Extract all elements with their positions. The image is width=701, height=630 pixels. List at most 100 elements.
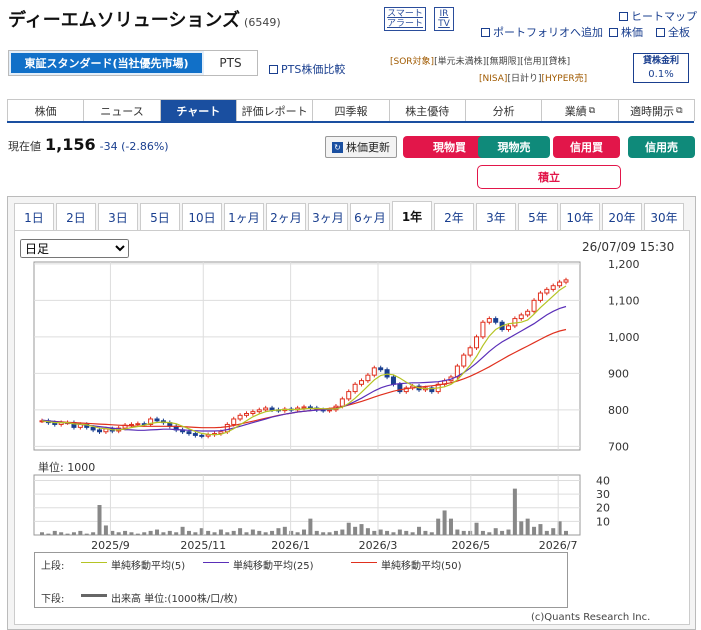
tab-bunseki[interactable]: 分析 xyxy=(464,99,543,121)
smart-alert-button[interactable]: スマート アラート xyxy=(384,7,427,31)
price-tick-label: 700 xyxy=(608,440,629,453)
period-tab-1[interactable]: 2日 xyxy=(56,203,96,231)
period-tab-6[interactable]: 2ヶ月 xyxy=(266,203,306,231)
volume-bar xyxy=(385,530,390,535)
margin-sell-button[interactable]: 信用売 xyxy=(628,136,695,158)
volume-bar xyxy=(391,532,396,535)
copyright: (c)Quants Research Inc. xyxy=(531,612,651,623)
refresh-icon: ↻ xyxy=(332,141,343,153)
price-change: -34 (-2.86%) xyxy=(99,140,169,153)
x-tick-label: 2026/3 xyxy=(359,539,398,550)
period-tab-14[interactable]: 20年 xyxy=(602,203,642,231)
zenban-icon xyxy=(656,28,665,37)
period-tab-11[interactable]: 3年 xyxy=(476,203,516,231)
period-tab-13[interactable]: 10年 xyxy=(560,203,600,231)
period-tab-4[interactable]: 10日 xyxy=(182,203,222,231)
tab-gyoseki[interactable]: 業績 ⧉ xyxy=(541,99,619,121)
volume-bar xyxy=(148,530,153,535)
volume-bar xyxy=(225,532,230,535)
period-tab-7[interactable]: 3ヶ月 xyxy=(308,203,348,231)
candle-body xyxy=(384,369,390,378)
heatmap-link[interactable]: ヒートマップ xyxy=(619,8,697,24)
volume-bar xyxy=(493,528,498,535)
period-tab-3[interactable]: 5日 xyxy=(140,203,180,231)
tag-nisa: [NISA] xyxy=(479,74,508,84)
pts-compare-label: PTS株価比較 xyxy=(281,63,346,76)
tab-kabuka[interactable]: 株価 xyxy=(7,99,85,121)
volume-bar xyxy=(500,530,505,535)
volume-tick-label: 20 xyxy=(596,502,610,515)
volume-bar xyxy=(525,518,530,535)
volume-bar xyxy=(327,532,332,535)
legend-box: 上段: 単純移動平均(5) 単純移動平均(25) 単純移動平均(50) 下段: … xyxy=(34,552,568,608)
tab-chart[interactable]: チャート xyxy=(159,99,237,121)
volume-bar xyxy=(544,530,549,535)
candle-body xyxy=(224,423,230,433)
candle-body xyxy=(256,409,262,413)
tag-kashikabu: [貸株] xyxy=(545,57,571,67)
candle-body xyxy=(97,429,103,433)
candle-body xyxy=(339,398,345,407)
volume-bar xyxy=(429,532,434,535)
tab-yutai[interactable]: 株主優待 xyxy=(388,99,466,121)
loan-rate-box[interactable]: 貸株金利 0.1% xyxy=(633,53,689,83)
ir-tv-button[interactable]: IR TV xyxy=(434,7,454,31)
volume-bar xyxy=(193,532,198,535)
price-plot-frame xyxy=(33,261,581,451)
kabuka-icon xyxy=(609,28,618,37)
company-name: ディーエムソリューションズ xyxy=(8,10,241,31)
volume-bar xyxy=(455,529,460,535)
volume-bar xyxy=(270,530,275,535)
zenban-link[interactable]: 全板 xyxy=(656,24,690,40)
current-price: 1,156 xyxy=(45,135,96,154)
main-tabs: 株価 ニュース チャート 評価レポート 四季報 株主優待 分析 業績 ⧉ 適時開示… xyxy=(7,99,695,123)
volume-plot-frame xyxy=(33,474,581,536)
candle-body xyxy=(243,412,249,416)
portfolio-link[interactable]: ポートフォリオへ追加 xyxy=(481,24,603,40)
volume-bar xyxy=(474,522,479,535)
volume-bar xyxy=(263,532,268,535)
legend-upper-label: 上段: xyxy=(41,561,65,572)
volume-bar xyxy=(372,530,377,535)
refresh-label: 株価更新 xyxy=(346,141,390,154)
volume-bar xyxy=(340,529,345,535)
refresh-button[interactable]: ↻ 株価更新 xyxy=(325,136,397,158)
x-tick-label: 2025/9 xyxy=(91,539,130,550)
period-tab-9[interactable]: 1年 xyxy=(392,201,432,231)
tsumitate-button[interactable]: 積立 xyxy=(477,165,621,189)
tab-tekiji[interactable]: 適時開示 ⧉ xyxy=(617,99,695,121)
volume-bar xyxy=(487,532,492,535)
tab-shikiho[interactable]: 四季報 xyxy=(312,99,390,121)
kabuka-link[interactable]: 株価 xyxy=(609,24,643,40)
smart-alert-line1: スマート xyxy=(387,9,423,19)
period-tab-2[interactable]: 3日 xyxy=(98,203,138,231)
pts-compare-link[interactable]: PTS株価比較 xyxy=(269,61,345,77)
period-tab-15[interactable]: 30年 xyxy=(644,203,684,231)
volume-bar xyxy=(129,532,134,535)
legend-ma50: 単純移動平均(50) xyxy=(381,561,462,572)
volume-bar xyxy=(333,530,338,535)
tab-news[interactable]: ニュース xyxy=(83,99,161,121)
volume-bar xyxy=(103,525,108,535)
volume-bar xyxy=(257,530,262,535)
candle-body xyxy=(154,418,160,422)
period-tab-10[interactable]: 2年 xyxy=(434,203,474,231)
candle-body xyxy=(199,434,205,437)
volume-bar xyxy=(321,532,326,535)
volume-tick-label: 10 xyxy=(596,515,610,528)
chart-svg: 1,2001,1001,000900800700 単位: 1000 403020… xyxy=(33,258,640,550)
tag-hibakari: [日計り] xyxy=(507,74,542,84)
period-tab-0[interactable]: 1日 xyxy=(14,203,54,231)
market-tse-standard[interactable]: 東証スタンダード(当社優先市場) xyxy=(9,51,204,75)
market-pts[interactable]: PTS xyxy=(204,51,257,75)
tab-report[interactable]: 評価レポート xyxy=(235,99,314,121)
candle-body xyxy=(557,281,563,287)
volume-bar xyxy=(417,526,422,535)
price-tick-label: 1,200 xyxy=(608,258,640,271)
period-tab-8[interactable]: 6ヶ月 xyxy=(350,203,390,231)
margin-buy-button[interactable]: 信用買 xyxy=(553,136,620,158)
period-tab-12[interactable]: 5年 xyxy=(518,203,558,231)
period-tab-5[interactable]: 1ヶ月 xyxy=(224,203,264,231)
spot-sell-button[interactable]: 現物売 xyxy=(478,136,550,158)
candle-body xyxy=(537,292,543,301)
